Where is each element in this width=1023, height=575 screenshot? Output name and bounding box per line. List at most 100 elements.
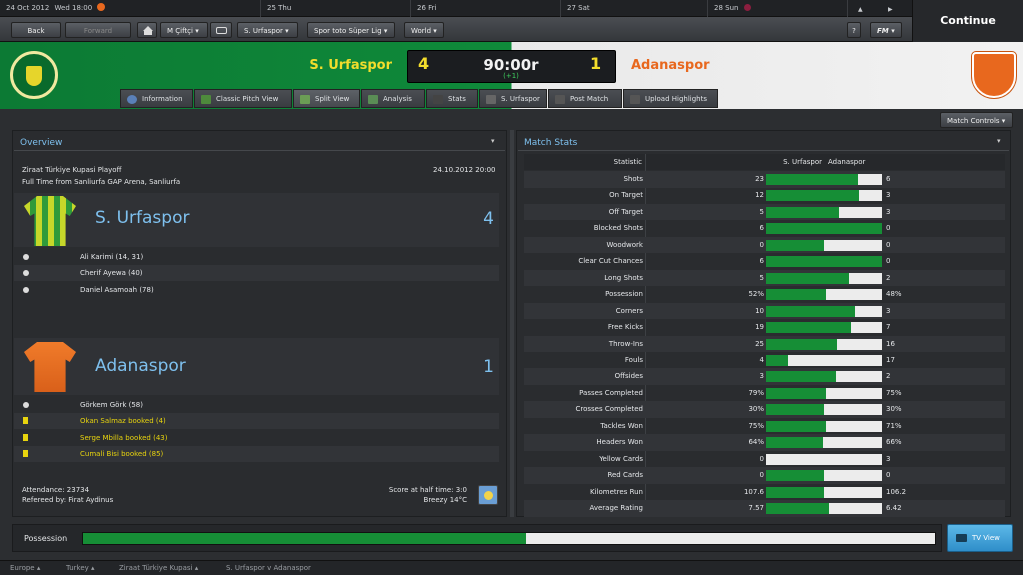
stats-icon [433,95,443,104]
overview-menu-icon[interactable]: ▾ [491,137,495,145]
navigation-bar: Back Forward M Çiftçi ▾ S. Urfaspor ▾ Sp… [0,17,912,42]
stat-home-value: 5 [759,207,764,216]
stat-home-bar [766,437,824,449]
stat-label: Long Shots [604,273,643,282]
day-27[interactable]: 27 Sat [560,0,707,17]
stat-away-value: 2 [886,273,891,282]
stat-label: Corners [615,306,643,315]
overview-title: Overview [20,138,63,148]
stat-away-bar [858,174,882,185]
stat-label: Red Cards [607,471,643,480]
stat-home-bar [766,174,858,185]
current-date: 24 Oct 2012 Wed 18:00 [0,0,130,17]
tab-upload-highlights[interactable]: Upload Highlights [623,89,718,108]
chevron-down-icon: ▾ [1001,117,1006,125]
tab-post-match[interactable]: Post Match [548,89,622,108]
event-text: Cherif Ayewa (40) [80,269,143,277]
stats-row: Woodwork 0 0 [524,236,1005,254]
stat-label: Crosses Completed [575,405,643,414]
stat-away-bar [824,470,882,482]
chevron-down-icon: ▾ [891,27,895,35]
stats-row: Crosses Completed 30% 30% [524,401,1005,418]
stats-row: Yellow Cards 0 3 [524,451,1005,468]
stat-label: Passes Completed [579,388,643,397]
stats-row: Shots 23 6 [524,171,1005,188]
world-menu[interactable]: World ▾ [404,22,444,38]
stat-away-value: 75% [886,388,902,397]
day-26[interactable]: 26 Fri [410,0,560,17]
stats-row: Kilometres Run 107.6 106.2 [524,484,1005,501]
yellow-card-icon [23,450,28,457]
forward-button[interactable]: Forward [65,22,131,38]
stat-away-value: 48% [886,290,902,299]
stat-away-bar [824,486,882,498]
stat-label: Blocked Shots [593,224,643,233]
breadcrumb-item[interactable]: Ziraat Türkiye Kupasi ▴ [119,561,198,575]
tab-information[interactable]: Information [120,89,193,108]
tab-label: Post Match [570,95,609,103]
help-button[interactable]: ? [847,22,861,38]
stat-away-bar [824,404,882,416]
halftime-label: Score at half time: 3:0 [388,486,467,494]
tv-view-button[interactable]: TV View [947,524,1013,552]
stats-row: Possession 52% 48% [524,286,1005,303]
inbox-button[interactable] [210,22,232,38]
match-controls-button[interactable]: Match Controls ▾ [940,112,1013,128]
stat-away-value: 0 [886,224,891,233]
tab-team[interactable]: S. Urfaspor [479,89,547,108]
event-text: Daniel Asamoah (78) [80,286,154,294]
stats-row: Blocked Shots 6 0 [524,220,1005,237]
stat-away-value: 6 [886,175,891,183]
tab-analysis[interactable]: Analysis [361,89,425,108]
breadcrumb-item[interactable]: S. Urfaspor v Adanaspor [226,561,311,575]
calendar-bar: 24 Oct 2012 Wed 18:00 25 Thu 26 Fri 27 S… [0,0,1023,17]
continue-button[interactable]: Continue [912,0,1023,42]
stats-menu-icon[interactable]: ▾ [997,137,1001,145]
manager-menu[interactable]: M Çiftçi ▾ [160,22,208,38]
stats-row: Free Kicks 19 7 [524,319,1005,336]
stat-label: Throw-Ins [608,339,643,348]
calendar-scroll[interactable]: ▲ ▶ [847,0,912,17]
split-divider-handle[interactable] [510,130,514,517]
added-time: (+1) [503,72,519,80]
day-label: 26 Fri [417,4,437,12]
tab-label: Classic Pitch View [216,95,279,103]
tab-classic-pitch-view[interactable]: Classic Pitch View [194,89,292,108]
stat-away-value: 2 [886,372,891,381]
upload-icon [630,95,640,104]
club-menu[interactable]: S. Urfaspor ▾ [237,22,298,38]
fixture-crest-icon [743,4,751,11]
tab-stats[interactable]: Stats [426,89,478,108]
overview-divider [14,150,505,151]
day-28[interactable]: 28 Sun [707,0,847,17]
world-label: World [411,27,432,35]
home-button[interactable] [137,22,157,38]
stat-home-bar [766,223,882,235]
back-button[interactable]: Back [11,22,61,38]
stat-home-value: 6 [759,257,764,266]
event-row: Okan Salmaz booked (4) [14,413,499,429]
fm-menu[interactable]: FM ▾ [870,22,902,38]
club-label: S. Urfaspor [244,27,283,35]
stat-label: Shots [623,175,643,183]
stat-home-bar [766,371,836,383]
stat-home-bar [766,387,826,399]
stat-away-value: 3 [886,454,891,463]
stat-label: Kilometres Run [590,487,643,496]
league-menu[interactable]: Spor toto Süper Lig ▾ [307,22,395,38]
stat-away-bar [766,453,882,465]
split-view-icon [300,95,310,104]
tab-split-view[interactable]: Split View [293,89,360,108]
stat-home-value: 0 [759,454,764,463]
scroll-up-icon[interactable]: ▲ [858,1,863,18]
stat-away-value: 0 [886,257,891,266]
event-row: Daniel Asamoah (78) [14,282,499,298]
event-row: Ali Karimi (14, 31) [14,249,499,265]
breadcrumb-item[interactable]: Europe ▴ [10,561,40,575]
day-25[interactable]: 25 Thu [260,0,410,17]
stat-away-value: 3 [886,191,891,200]
weather-label: Breezy 14°C [423,496,467,504]
stat-home-bar [766,470,824,482]
scroll-right-icon[interactable]: ▶ [888,1,893,18]
breadcrumb-item[interactable]: Turkey ▴ [66,561,95,575]
